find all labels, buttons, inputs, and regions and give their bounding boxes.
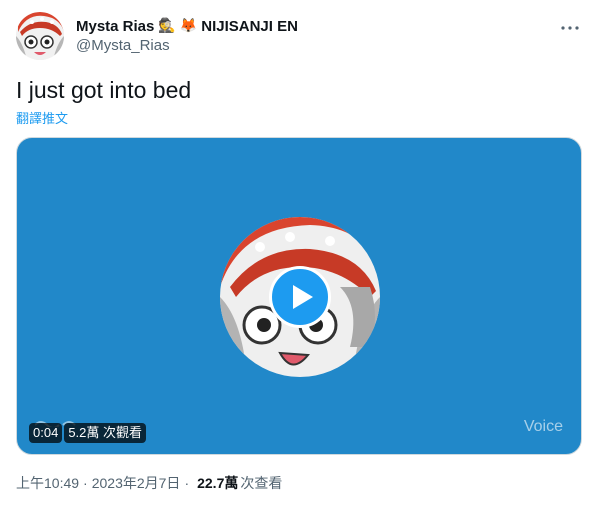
author-avatar[interactable]	[16, 12, 64, 60]
media-view-count: 5.2萬 次觀看	[64, 422, 146, 443]
meta-separator-2: ·	[184, 475, 190, 491]
translate-tweet-link[interactable]: 翻譯推文	[16, 108, 68, 127]
tweet-header: Mysta Rias 🕵 🦊 NIJISANJI EN @Mysta_Rias	[16, 12, 582, 60]
avatar-image	[16, 12, 64, 60]
play-button[interactable]	[269, 266, 331, 328]
affiliation-label: NIJISANJI EN	[201, 17, 298, 35]
more-options-button[interactable]	[560, 18, 580, 38]
tweet-date[interactable]: 2023年2月7日	[92, 473, 181, 493]
display-name-row[interactable]: Mysta Rias 🕵 🦊 NIJISANJI EN	[76, 16, 298, 36]
display-name[interactable]: Mysta Rias	[76, 18, 154, 35]
tweet-text: I just got into bed	[16, 77, 192, 103]
detective-emoji-icon: 🕵	[158, 18, 176, 34]
author-names: Mysta Rias 🕵 🦊 NIJISANJI EN @Mysta_Rias	[76, 16, 298, 55]
tweet-meta: 上午10:49 · 2023年2月7日 · 22.7萬 次查看	[16, 473, 282, 493]
media-stats: 0:04 5.2萬 次觀看	[29, 422, 146, 443]
tweet-view-label: 次查看	[240, 475, 283, 491]
author-handle[interactable]: @Mysta_Rias	[76, 37, 298, 54]
media-duration: 0:04	[29, 422, 63, 443]
voice-label: Voice	[523, 418, 563, 435]
tweet-time[interactable]: 上午10:49	[16, 473, 79, 493]
voice-media-card[interactable]: Voice 0:04 5.2萬 次觀看	[16, 137, 582, 455]
play-icon	[292, 285, 313, 309]
tweet-view-count[interactable]: 22.7萬	[197, 473, 238, 493]
meta-separator: ·	[83, 475, 88, 491]
more-horizontal-icon	[561, 26, 579, 30]
fox-emoji-icon: 🦊	[179, 18, 198, 34]
